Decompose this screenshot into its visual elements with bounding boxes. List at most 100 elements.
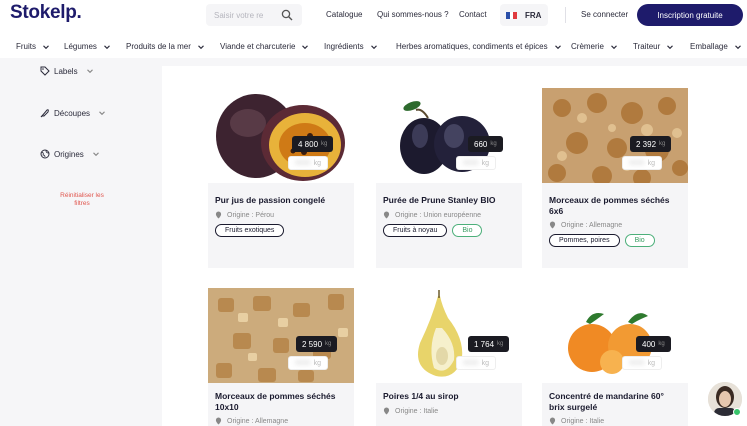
price-unit: kg: [647, 159, 655, 167]
price-value: 1 764: [474, 339, 495, 349]
category-traiteur[interactable]: Traiteur: [633, 42, 674, 51]
nav-contact[interactable]: Contact: [459, 10, 487, 19]
language-selector[interactable]: FRA: [500, 4, 548, 26]
product-card[interactable]: 2 590 kg 0000 kg Morceaux de pommes séchés…: [208, 288, 354, 426]
origin-text: Origine : Italie: [395, 407, 439, 415]
header-divider: [565, 7, 566, 23]
filter-labels[interactable]: Labels: [40, 66, 94, 76]
category-fruits[interactable]: Fruits: [16, 42, 50, 51]
online-status-dot: [733, 408, 741, 416]
signup-button[interactable]: Inscription gratuite: [637, 4, 743, 26]
nav-about[interactable]: Qui sommes-nous ?: [377, 10, 449, 19]
card-body: [376, 383, 522, 426]
category-produits-mer[interactable]: Produits de la mer: [126, 42, 205, 51]
location-pin-icon: [383, 211, 390, 219]
search-input[interactable]: [214, 10, 274, 20]
chevron-down-icon: [43, 44, 49, 49]
knife-icon: [40, 109, 49, 118]
hidden-price: 0000: [463, 359, 479, 367]
logo[interactable]: Stokelp.: [10, 2, 82, 24]
origin-text: Origine : Allemagne: [227, 417, 289, 425]
price-badge: 1 764 kg: [468, 336, 510, 352]
product-title[interactable]: Morceaux de pommes séchés 10x10: [215, 391, 347, 413]
product-card[interactable]: 400 kg 0000 kg Concentré de mandarine 60° …: [542, 288, 688, 426]
location-pin-icon: [383, 407, 390, 415]
product-origin: Origine : Italie: [383, 407, 438, 415]
filter-decoupes[interactable]: Découpes: [40, 108, 106, 118]
origin-text: Origine : Union européenne: [395, 211, 482, 219]
price-value: 660: [474, 139, 488, 149]
category-label: Traiteur: [633, 42, 661, 51]
category-label: Ingrédients: [324, 42, 364, 51]
price-unit: kg: [659, 141, 666, 147]
location-pin-icon: [215, 417, 222, 425]
category-emballage[interactable]: Emballage: [690, 42, 742, 51]
chevron-down-icon: [370, 44, 377, 49]
product-card[interactable]: 4 800 kg 0000 kg Pur jus de passion congel…: [208, 88, 354, 268]
reset-filters-link[interactable]: Réinitialiser les filtres: [52, 192, 112, 208]
category-ingredients[interactable]: Ingrédients: [324, 42, 378, 51]
header: Stokelp. Catalogue Qui sommes-nous ? Con…: [0, 0, 747, 32]
category-label: Viande et charcuterie: [220, 42, 296, 51]
pro-price-badge: 0000 kg: [622, 156, 662, 170]
chevron-down-icon: [99, 111, 105, 116]
pro-price-badge: 0000 kg: [288, 356, 328, 370]
pro-price-badge: 0000 kg: [288, 156, 328, 170]
price-badge: 2 590 kg: [296, 336, 338, 352]
price-unit: kg: [321, 141, 328, 147]
filter-sidebar: Labels Découpes Origines: [0, 58, 160, 426]
price-unit: kg: [647, 359, 655, 367]
price-unit: kg: [658, 341, 665, 347]
price-unit: kg: [313, 359, 321, 367]
bio-tag[interactable]: Bio: [452, 224, 483, 237]
login-link[interactable]: Se connecter: [581, 10, 628, 19]
tag-icon: [40, 66, 50, 76]
price-badge: 400 kg: [636, 336, 671, 352]
chevron-down-icon: [104, 44, 110, 49]
price-badge: 4 800 kg: [292, 136, 334, 152]
globe-icon: [40, 149, 50, 159]
product-title[interactable]: Morceaux de pommes séchés 6x6: [549, 195, 681, 217]
category-label: Herbes aromatiques, condiments et épices: [396, 42, 548, 51]
product-title[interactable]: Poires 1/4 au sirop: [383, 391, 515, 402]
product-tags: Fruits exotiques: [215, 224, 285, 237]
nav-catalogue[interactable]: Catalogue: [326, 10, 362, 19]
location-pin-icon: [549, 221, 556, 229]
category-viande[interactable]: Viande et charcuterie: [220, 42, 309, 51]
location-pin-icon: [549, 417, 556, 425]
product-title[interactable]: Purée de Prune Stanley BIO: [383, 195, 515, 206]
price-unit: kg: [325, 341, 332, 347]
category-cremerie[interactable]: Crèmerie: [571, 42, 618, 51]
filter-origines[interactable]: Origines: [40, 149, 100, 159]
france-flag-icon: [506, 11, 518, 19]
product-card[interactable]: 1 764 kg 0000 kg Poires 1/4 au sirop Origi…: [376, 288, 522, 426]
product-title[interactable]: Pur jus de passion congelé: [215, 195, 347, 206]
category-label: Crèmerie: [571, 42, 604, 51]
product-origin: Origine : Allemagne: [549, 221, 622, 229]
product-card[interactable]: 660 kg 0000 kg Purée de Prune Stanley BIO …: [376, 88, 522, 268]
product-card[interactable]: 2 392 kg 0000 kg Morceaux de pommes séchés…: [542, 88, 688, 268]
product-tags: Fruits à noyau Bio: [383, 224, 483, 237]
product-origin: Origine : Allemagne: [215, 417, 288, 425]
hidden-price: 0000: [629, 159, 645, 167]
category-tag[interactable]: Fruits exotiques: [215, 224, 285, 237]
price-unit: kg: [497, 341, 504, 347]
chevron-down-icon: [734, 44, 741, 49]
search-box[interactable]: [206, 4, 302, 26]
price-unit: kg: [481, 159, 489, 167]
origin-text: Origine : Italie: [561, 417, 605, 425]
search-icon[interactable]: [281, 9, 293, 21]
category-legumes[interactable]: Légumes: [64, 42, 111, 51]
category-tag[interactable]: Fruits à noyau: [383, 224, 448, 237]
category-label: Fruits: [16, 42, 36, 51]
chevron-down-icon: [92, 152, 99, 157]
product-title[interactable]: Concentré de mandarine 60° brix surgelé: [549, 391, 681, 413]
product-origin: Origine : Pérou: [215, 211, 274, 219]
filter-label: Origines: [54, 149, 84, 159]
category-herbes[interactable]: Herbes aromatiques, condiments et épices: [396, 42, 562, 51]
category-tag[interactable]: Pommes, poires: [549, 234, 620, 247]
bio-tag[interactable]: Bio: [624, 234, 655, 247]
filter-label: Découpes: [54, 108, 91, 118]
origin-text: Origine : Pérou: [227, 211, 275, 219]
hidden-price: 0000: [295, 159, 311, 167]
